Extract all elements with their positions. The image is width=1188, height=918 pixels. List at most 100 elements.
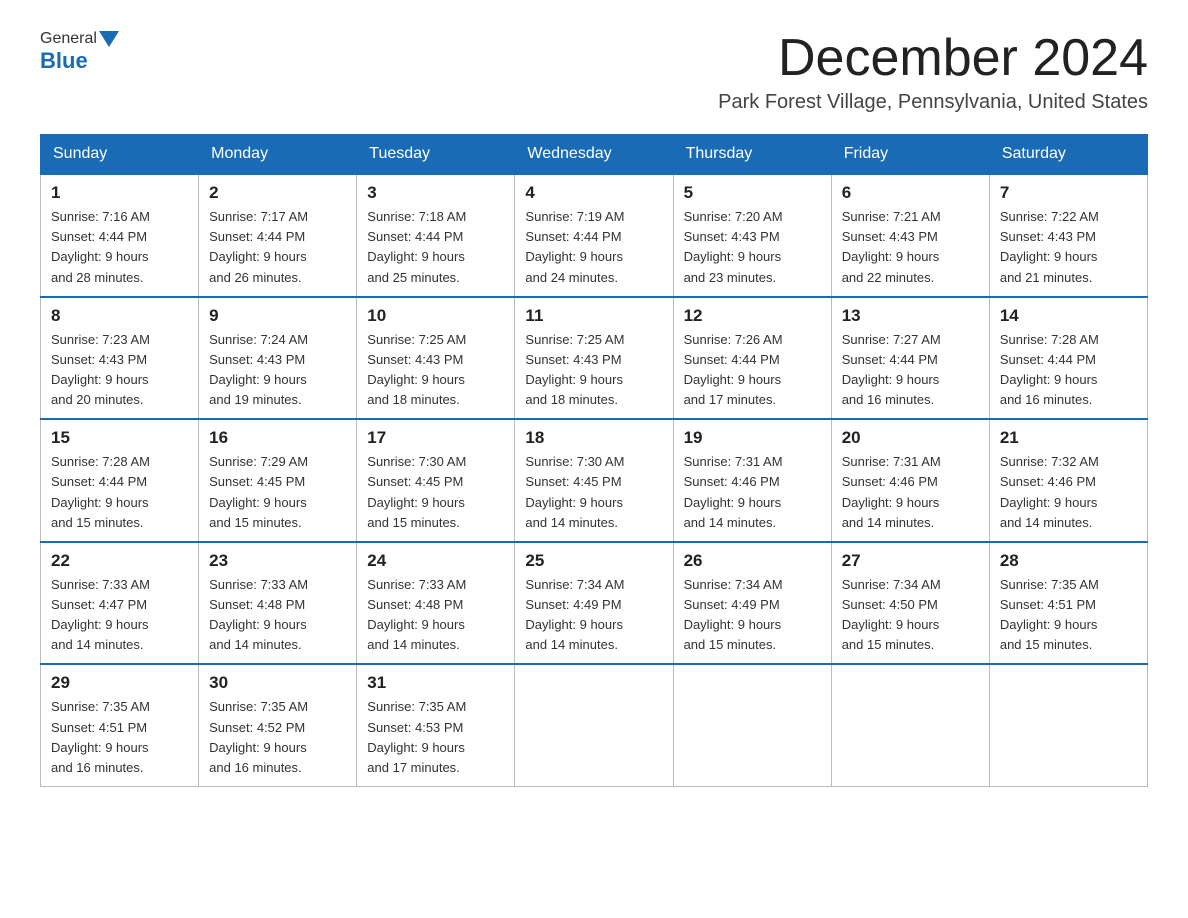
- day-info: Sunrise: 7:34 AMSunset: 4:49 PMDaylight:…: [684, 575, 821, 656]
- day-number: 27: [842, 551, 979, 571]
- calendar-cell: 21 Sunrise: 7:32 AMSunset: 4:46 PMDayligh…: [989, 419, 1147, 542]
- day-info: Sunrise: 7:30 AMSunset: 4:45 PMDaylight:…: [525, 452, 662, 533]
- day-number: 26: [684, 551, 821, 571]
- day-number: 10: [367, 306, 504, 326]
- calendar-cell: [831, 664, 989, 786]
- day-number: 31: [367, 673, 504, 693]
- day-number: 11: [525, 306, 662, 326]
- day-info: Sunrise: 7:25 AMSunset: 4:43 PMDaylight:…: [367, 330, 504, 411]
- calendar-cell: 23Sunrise: 7:33 AMSunset: 4:48 PMDayligh…: [199, 542, 357, 665]
- calendar-cell: 26 Sunrise: 7:34 AMSunset: 4:49 PMDayligh…: [673, 542, 831, 665]
- calendar-header-tuesday: Tuesday: [357, 135, 515, 175]
- day-number: 25: [525, 551, 662, 571]
- day-number: 20: [842, 428, 979, 448]
- calendar-header-wednesday: Wednesday: [515, 135, 673, 175]
- month-title: December 2024: [718, 30, 1148, 87]
- day-info: Sunrise: 7:27 AMSunset: 4:44 PMDaylight:…: [842, 330, 979, 411]
- day-number: 19: [684, 428, 821, 448]
- calendar-week-row: 15 Sunrise: 7:28 AMSunset: 4:44 PMDayligh…: [41, 419, 1148, 542]
- calendar-cell: 2 Sunrise: 7:17 AMSunset: 4:44 PMDaylight…: [199, 174, 357, 297]
- day-number: 28: [1000, 551, 1137, 571]
- calendar-cell: 6Sunrise: 7:21 AMSunset: 4:43 PMDaylight…: [831, 174, 989, 297]
- day-number: 3: [367, 183, 504, 203]
- calendar-cell: 8Sunrise: 7:23 AMSunset: 4:43 PMDaylight…: [41, 297, 199, 420]
- day-number: 24: [367, 551, 504, 571]
- day-number: 6: [842, 183, 979, 203]
- calendar-header-sunday: Sunday: [41, 135, 199, 175]
- calendar-cell: 7 Sunrise: 7:22 AMSunset: 4:43 PMDaylight…: [989, 174, 1147, 297]
- calendar-week-row: 29 Sunrise: 7:35 AMSunset: 4:51 PMDayligh…: [41, 664, 1148, 786]
- calendar-cell: 25 Sunrise: 7:34 AMSunset: 4:49 PMDayligh…: [515, 542, 673, 665]
- day-info: Sunrise: 7:35 AMSunset: 4:52 PMDaylight:…: [209, 697, 346, 778]
- calendar-cell: 10 Sunrise: 7:25 AMSunset: 4:43 PMDayligh…: [357, 297, 515, 420]
- calendar-header-saturday: Saturday: [989, 135, 1147, 175]
- calendar-cell: 4 Sunrise: 7:19 AMSunset: 4:44 PMDaylight…: [515, 174, 673, 297]
- calendar-cell: 27 Sunrise: 7:34 AMSunset: 4:50 PMDayligh…: [831, 542, 989, 665]
- day-info: Sunrise: 7:33 AMSunset: 4:48 PMDaylight:…: [209, 575, 346, 656]
- calendar-week-row: 8Sunrise: 7:23 AMSunset: 4:43 PMDaylight…: [41, 297, 1148, 420]
- day-number: 14: [1000, 306, 1137, 326]
- day-info: Sunrise: 7:20 AMSunset: 4:43 PMDaylight:…: [684, 207, 821, 288]
- calendar-cell: 18 Sunrise: 7:30 AMSunset: 4:45 PMDayligh…: [515, 419, 673, 542]
- calendar-cell: 12 Sunrise: 7:26 AMSunset: 4:44 PMDayligh…: [673, 297, 831, 420]
- title-section: December 2024 Park Forest Village, Penns…: [718, 30, 1148, 114]
- day-number: 4: [525, 183, 662, 203]
- calendar-cell: 29 Sunrise: 7:35 AMSunset: 4:51 PMDayligh…: [41, 664, 199, 786]
- day-number: 17: [367, 428, 504, 448]
- calendar-cell: 15 Sunrise: 7:28 AMSunset: 4:44 PMDayligh…: [41, 419, 199, 542]
- day-info: Sunrise: 7:26 AMSunset: 4:44 PMDaylight:…: [684, 330, 821, 411]
- calendar-cell: 9 Sunrise: 7:24 AMSunset: 4:43 PMDaylight…: [199, 297, 357, 420]
- calendar-cell: 22Sunrise: 7:33 AMSunset: 4:47 PMDayligh…: [41, 542, 199, 665]
- calendar-cell: 5 Sunrise: 7:20 AMSunset: 4:43 PMDaylight…: [673, 174, 831, 297]
- day-info: Sunrise: 7:18 AMSunset: 4:44 PMDaylight:…: [367, 207, 504, 288]
- calendar-cell: 24Sunrise: 7:33 AMSunset: 4:48 PMDayligh…: [357, 542, 515, 665]
- calendar-cell: 3 Sunrise: 7:18 AMSunset: 4:44 PMDaylight…: [357, 174, 515, 297]
- day-number: 8: [51, 306, 188, 326]
- calendar-cell: 17 Sunrise: 7:30 AMSunset: 4:45 PMDayligh…: [357, 419, 515, 542]
- page-header: General Blue December 2024 Park Forest V…: [40, 30, 1148, 114]
- day-info: Sunrise: 7:34 AMSunset: 4:49 PMDaylight:…: [525, 575, 662, 656]
- location-title: Park Forest Village, Pennsylvania, Unite…: [718, 91, 1148, 114]
- calendar-cell: [515, 664, 673, 786]
- calendar-week-row: 22Sunrise: 7:33 AMSunset: 4:47 PMDayligh…: [41, 542, 1148, 665]
- day-info: Sunrise: 7:30 AMSunset: 4:45 PMDaylight:…: [367, 452, 504, 533]
- calendar-header-monday: Monday: [199, 135, 357, 175]
- day-info: Sunrise: 7:24 AMSunset: 4:43 PMDaylight:…: [209, 330, 346, 411]
- day-info: Sunrise: 7:28 AMSunset: 4:44 PMDaylight:…: [51, 452, 188, 533]
- day-number: 22: [51, 551, 188, 571]
- day-info: Sunrise: 7:35 AMSunset: 4:51 PMDaylight:…: [51, 697, 188, 778]
- calendar-header-friday: Friday: [831, 135, 989, 175]
- logo: General Blue: [40, 30, 121, 74]
- calendar-cell: 31Sunrise: 7:35 AMSunset: 4:53 PMDayligh…: [357, 664, 515, 786]
- day-number: 21: [1000, 428, 1137, 448]
- calendar-cell: 1Sunrise: 7:16 AMSunset: 4:44 PMDaylight…: [41, 174, 199, 297]
- day-number: 29: [51, 673, 188, 693]
- day-number: 9: [209, 306, 346, 326]
- day-info: Sunrise: 7:31 AMSunset: 4:46 PMDaylight:…: [842, 452, 979, 533]
- day-info: Sunrise: 7:32 AMSunset: 4:46 PMDaylight:…: [1000, 452, 1137, 533]
- calendar-cell: 20 Sunrise: 7:31 AMSunset: 4:46 PMDayligh…: [831, 419, 989, 542]
- day-info: Sunrise: 7:22 AMSunset: 4:43 PMDaylight:…: [1000, 207, 1137, 288]
- calendar-cell: 30Sunrise: 7:35 AMSunset: 4:52 PMDayligh…: [199, 664, 357, 786]
- day-number: 18: [525, 428, 662, 448]
- logo-triangle-icon: [99, 31, 119, 47]
- calendar-table: SundayMondayTuesdayWednesdayThursdayFrid…: [40, 134, 1148, 787]
- calendar-cell: 14 Sunrise: 7:28 AMSunset: 4:44 PMDayligh…: [989, 297, 1147, 420]
- day-info: Sunrise: 7:19 AMSunset: 4:44 PMDaylight:…: [525, 207, 662, 288]
- day-info: Sunrise: 7:28 AMSunset: 4:44 PMDaylight:…: [1000, 330, 1137, 411]
- day-info: Sunrise: 7:25 AMSunset: 4:43 PMDaylight:…: [525, 330, 662, 411]
- day-number: 7: [1000, 183, 1137, 203]
- calendar-cell: [673, 664, 831, 786]
- day-number: 5: [684, 183, 821, 203]
- day-info: Sunrise: 7:34 AMSunset: 4:50 PMDaylight:…: [842, 575, 979, 656]
- day-number: 12: [684, 306, 821, 326]
- day-info: Sunrise: 7:16 AMSunset: 4:44 PMDaylight:…: [51, 207, 188, 288]
- day-number: 13: [842, 306, 979, 326]
- day-info: Sunrise: 7:17 AMSunset: 4:44 PMDaylight:…: [209, 207, 346, 288]
- day-info: Sunrise: 7:31 AMSunset: 4:46 PMDaylight:…: [684, 452, 821, 533]
- calendar-header-thursday: Thursday: [673, 135, 831, 175]
- calendar-cell: 28Sunrise: 7:35 AMSunset: 4:51 PMDayligh…: [989, 542, 1147, 665]
- day-number: 15: [51, 428, 188, 448]
- day-number: 2: [209, 183, 346, 203]
- day-number: 16: [209, 428, 346, 448]
